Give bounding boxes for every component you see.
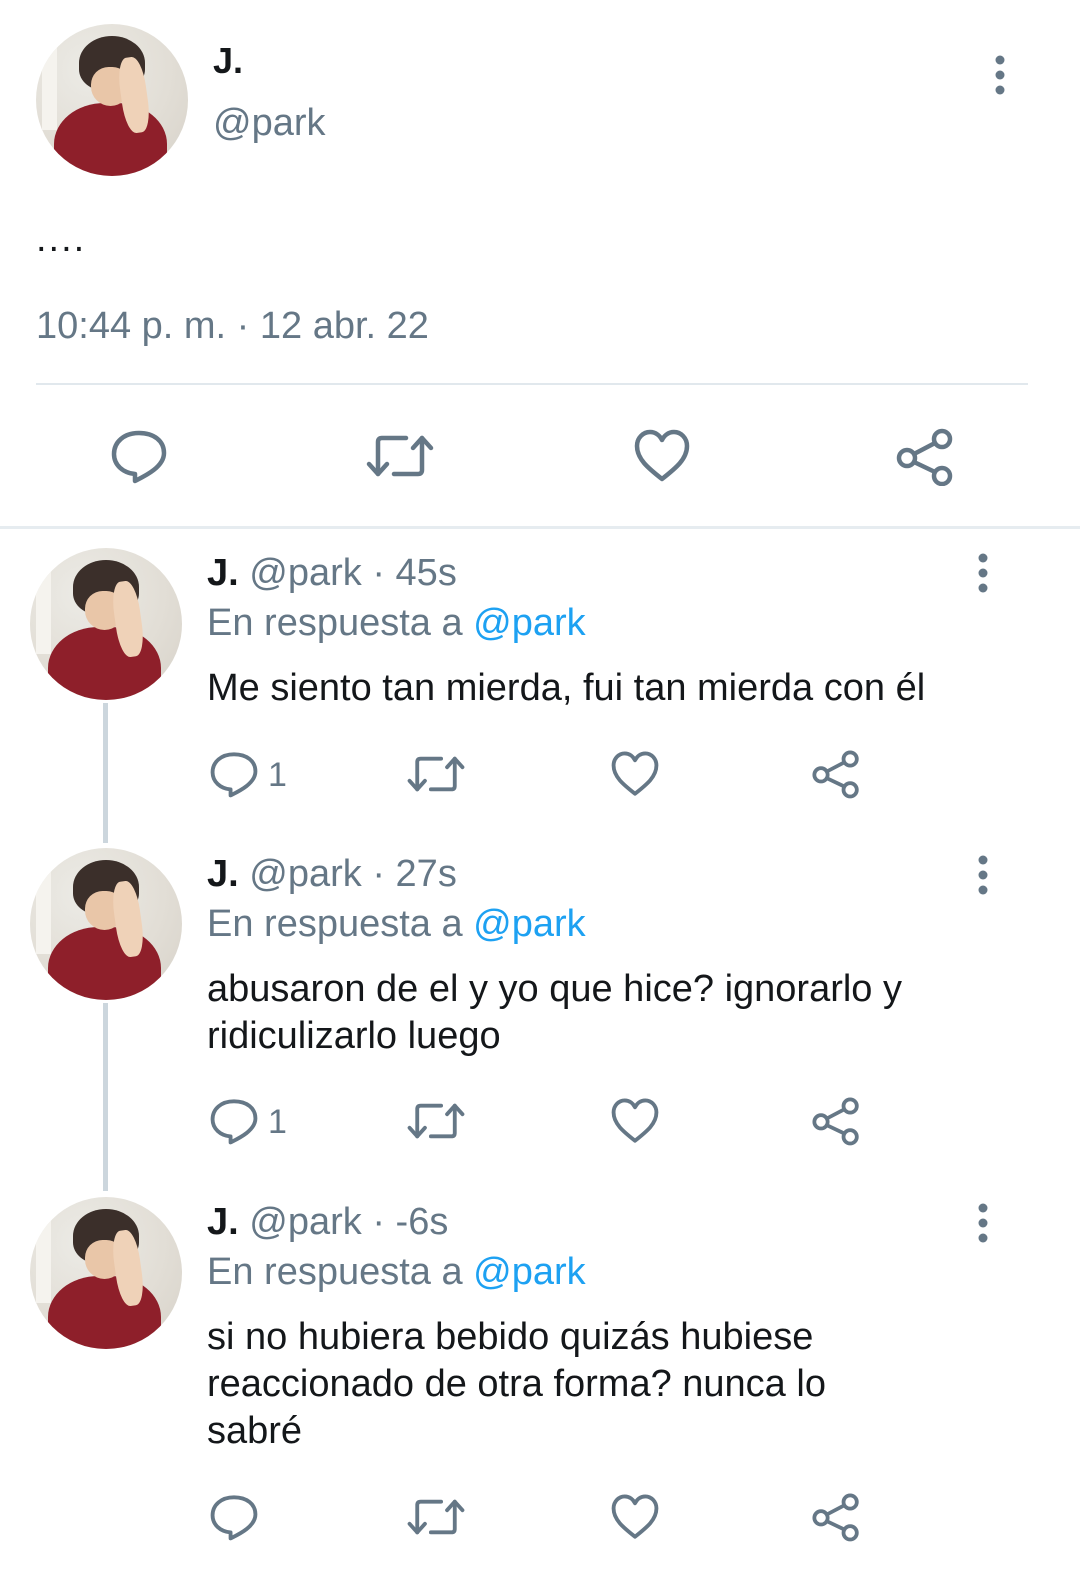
reply-context: En respuesta a @park <box>207 903 586 946</box>
share-icon[interactable] <box>811 1492 861 1542</box>
separator-dot: · <box>372 552 385 594</box>
reply-prefix: En respuesta a <box>207 602 463 644</box>
mention-link[interactable]: @park <box>473 602 586 644</box>
mention-link[interactable]: @park <box>473 903 586 945</box>
like-icon[interactable] <box>610 1097 660 1145</box>
main-author-handle[interactable]: @park <box>213 102 326 145</box>
share-icon[interactable] <box>895 428 955 486</box>
reply-text: si no hubiera bebido quizás hubiese reac… <box>207 1316 826 1452</box>
retweet-icon[interactable] <box>366 428 434 484</box>
reply-avatar[interactable] <box>30 848 182 1000</box>
reply-author-handle[interactable]: @park <box>249 853 362 895</box>
more-options-icon[interactable] <box>968 553 998 593</box>
separator-dot: · <box>372 853 385 895</box>
retweet-icon[interactable] <box>407 1493 465 1541</box>
separator-dot: · <box>372 1201 385 1243</box>
reply-header: J. @park · -6s <box>207 1201 448 1244</box>
more-options-icon[interactable] <box>968 855 998 895</box>
reply-author-name[interactable]: J. <box>207 1201 239 1243</box>
reply-prefix: En respuesta a <box>207 1251 463 1293</box>
reply-header: J. @park · 27s <box>207 853 457 896</box>
like-icon[interactable] <box>610 750 660 798</box>
reply-count: 1 <box>268 756 287 794</box>
reply-text: abusaron de el y yo que hice? ignorarlo … <box>207 968 903 1057</box>
reply-header: J. @park · 45s <box>207 552 457 595</box>
more-options-icon[interactable] <box>968 1203 998 1243</box>
main-tweet-timestamp: 10:44 p. m. · 12 abr. 22 <box>36 305 429 347</box>
share-icon[interactable] <box>811 1096 861 1146</box>
thread-line <box>103 703 108 843</box>
reply-context: En respuesta a @park <box>207 1251 586 1294</box>
reply-avatar[interactable] <box>30 548 182 700</box>
reply-count: 1 <box>268 1103 287 1141</box>
reply-icon[interactable] <box>209 1097 259 1145</box>
reply-author-handle[interactable]: @park <box>249 552 362 594</box>
reply-author-handle[interactable]: @park <box>249 1201 362 1243</box>
like-icon[interactable] <box>610 1493 660 1541</box>
section-divider <box>0 526 1080 529</box>
reply-author-name[interactable]: J. <box>207 853 239 895</box>
thread-line <box>103 1003 108 1191</box>
reply-context: En respuesta a @park <box>207 602 586 645</box>
reply-time: 27s <box>395 853 457 895</box>
reply-text: Me siento tan mierda, fui tan mierda con… <box>207 667 926 709</box>
reply-prefix: En respuesta a <box>207 903 463 945</box>
reply-icon[interactable] <box>209 1493 259 1541</box>
reply-icon[interactable] <box>110 428 168 484</box>
main-tweet-text: .... <box>36 218 87 260</box>
share-icon[interactable] <box>811 749 861 799</box>
reply-author-name[interactable]: J. <box>207 552 239 594</box>
retweet-icon[interactable] <box>407 1097 465 1145</box>
more-options-icon[interactable] <box>985 55 1015 95</box>
retweet-icon[interactable] <box>407 750 465 798</box>
reply-avatar[interactable] <box>30 1197 182 1349</box>
like-icon[interactable] <box>633 428 691 484</box>
main-avatar[interactable] <box>36 24 188 176</box>
divider <box>36 383 1028 385</box>
main-author-name[interactable]: J. <box>213 40 243 82</box>
reply-time: 45s <box>395 552 457 594</box>
mention-link[interactable]: @park <box>473 1251 586 1293</box>
reply-time: -6s <box>395 1201 449 1243</box>
reply-icon[interactable] <box>209 750 259 798</box>
